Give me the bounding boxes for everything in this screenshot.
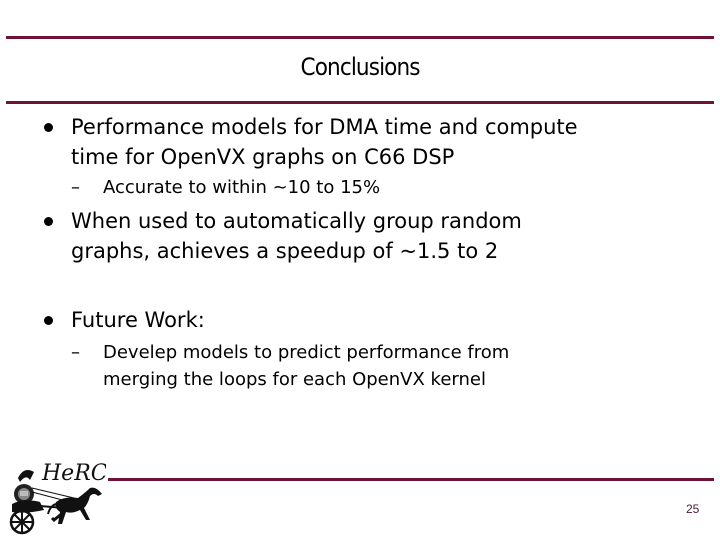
bullet-speedup: When used to automatically group random …	[44, 206, 691, 266]
sub-bullet-line: merging the loops for each OpenVX kernel	[103, 369, 486, 390]
bullet-performance-models: Performance models for DMA time and comp…	[44, 112, 691, 172]
footer-rule	[108, 478, 714, 481]
horse-tail-icon	[47, 503, 57, 515]
sub-bullet-line: Develep models to predict performance fr…	[103, 342, 510, 363]
horse-icon	[55, 487, 102, 524]
bullet-line: When used to automatically group random	[71, 209, 522, 233]
title-bottom-rule	[6, 101, 714, 104]
bullet-line: Future Work:	[71, 308, 205, 332]
helmet-crest-icon	[18, 470, 34, 482]
sub-bullet-line: Accurate to within ~10 to 15%	[103, 177, 381, 198]
slide: Conclusions Performance models for DMA t…	[0, 0, 720, 540]
bullet-line: graphs, achieves a speedup of ~1.5 to 2	[71, 239, 499, 263]
chariot-body-icon	[12, 500, 44, 513]
sub-bullet-future-models: – Develep models to predict performance …	[71, 339, 703, 393]
reins-icon	[31, 487, 75, 499]
bullet-dot-icon	[44, 316, 53, 325]
herc-chariot-logo-icon: HeRC	[9, 461, 106, 535]
logo-text: HeRC	[41, 461, 106, 486]
slide-title: Conclusions	[300, 53, 421, 81]
dash-icon: –	[71, 177, 80, 198]
bullet-dot-icon	[44, 217, 53, 226]
sub-bullet-accuracy: – Accurate to within ~10 to 15%	[71, 174, 703, 201]
bullet-dot-icon	[44, 123, 53, 132]
wheel-spokes-icon	[11, 511, 33, 533]
helmet-visor-icon	[20, 491, 28, 496]
title-top-rule	[6, 36, 714, 39]
page-number: 25	[686, 502, 700, 516]
dash-icon: –	[71, 342, 80, 363]
bullet-future-work: Future Work:	[44, 305, 691, 335]
bullet-line: time for OpenVX graphs on C66 DSP	[71, 145, 455, 169]
bullet-line: Performance models for DMA time and comp…	[71, 115, 578, 139]
